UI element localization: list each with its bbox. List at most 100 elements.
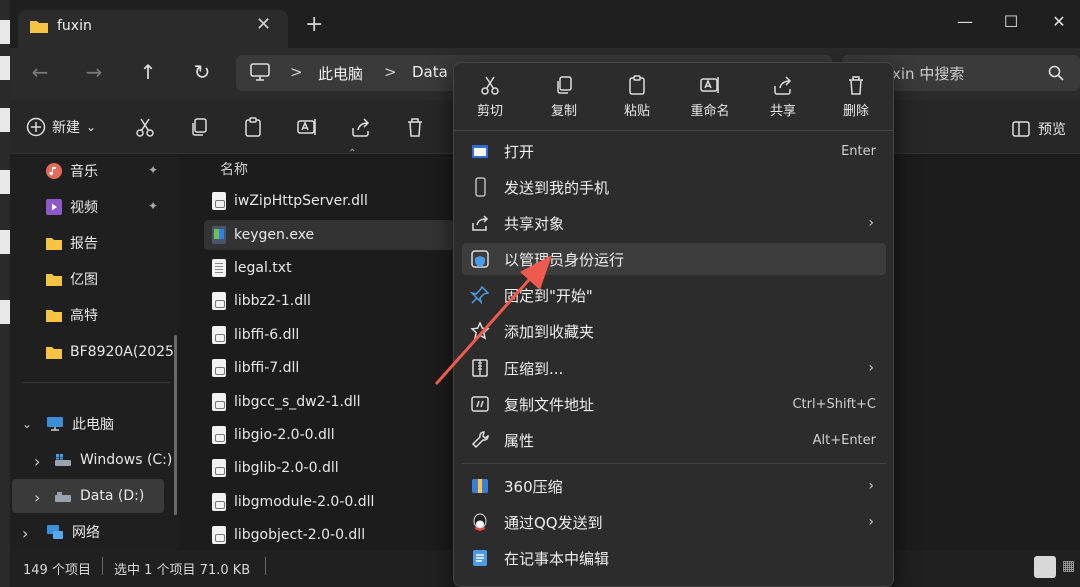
pin-icon: ✦ — [148, 199, 159, 213]
file-row[interactable]: libbz2-1.dll — [204, 286, 454, 316]
back-icon[interactable]: ← — [26, 60, 54, 84]
delete-icon[interactable] — [404, 116, 426, 138]
menu-share-button[interactable]: 共享 — [751, 72, 815, 120]
paste-icon[interactable] — [242, 116, 264, 138]
breadcrumb-this-pc[interactable]: 此电脑 — [318, 63, 363, 84]
forward-icon[interactable]: → — [80, 60, 108, 84]
file-row[interactable]: libffi-7.dll — [204, 353, 454, 383]
file-name: libglib-2.0-0.dll — [234, 460, 339, 476]
menu-item-pin-to-start[interactable]: 固定到"开始" — [462, 279, 886, 311]
details-view-icon[interactable] — [1034, 556, 1056, 578]
share-icon — [774, 76, 792, 95]
folder-icon — [46, 274, 62, 286]
tiles-view-icon[interactable]: ▦ — [1062, 558, 1075, 574]
sidebar-item-label: 高特 — [70, 308, 98, 324]
sidebar-item-videos[interactable]: 视频 — [46, 192, 98, 222]
menu-divider — [462, 463, 886, 464]
menu-item-properties[interactable]: 属性 Alt+Enter — [462, 424, 886, 456]
menu-item-open[interactable]: 打开 Enter — [462, 135, 886, 167]
sidebar-item-reports[interactable]: 报告 — [46, 228, 98, 258]
menu-paste-button[interactable]: 粘贴 — [605, 72, 669, 120]
dll-file-icon — [212, 192, 226, 210]
share-icon[interactable] — [350, 116, 372, 138]
sidebar-item-this-pc[interactable]: 此电脑 — [46, 409, 114, 439]
search-icon[interactable] — [1048, 65, 1064, 81]
exe-file-icon — [212, 226, 226, 244]
menu-item-copy-path[interactable]: 复制文件地址 Ctrl+Shift+C — [462, 388, 886, 420]
tab-close-icon[interactable]: ✕ — [256, 14, 271, 35]
search-placeholder: xin 中搜索 — [892, 65, 965, 83]
pin-icon: ✦ — [148, 163, 159, 177]
menu-item-label: 固定到"开始" — [504, 286, 593, 305]
copy-icon — [557, 76, 572, 94]
minimize-button[interactable]: — — [942, 8, 988, 36]
expand-chevron-icon[interactable]: › — [34, 452, 40, 471]
rename-icon[interactable] — [296, 116, 318, 138]
file-row[interactable]: iwZipHttpServer.dll — [204, 186, 454, 216]
menu-item-label: 打开 — [504, 142, 535, 161]
file-row[interactable]: libgobject-2.0-0.dll — [204, 520, 454, 550]
menu-item-run-as-admin[interactable]: 以管理员身份运行 — [462, 243, 886, 275]
file-row[interactable]: libgmodule-2.0-0.dll — [204, 487, 454, 517]
sidebar-item-bf8920a[interactable]: BF8920A(2025 — [46, 337, 174, 367]
file-row[interactable]: libgio-2.0-0.dll — [204, 420, 454, 450]
file-row[interactable]: keygen.exe — [204, 220, 454, 250]
preview-button[interactable]: 预览 — [1012, 119, 1066, 139]
refresh-icon[interactable]: ↻ — [188, 60, 216, 84]
file-row[interactable]: libglib-2.0-0.dll — [204, 453, 454, 483]
file-row[interactable]: legal.txt — [204, 253, 454, 283]
expand-chevron-icon[interactable]: › — [34, 488, 40, 507]
copy-icon[interactable] — [188, 116, 210, 138]
menu-item-label: 复制文件地址 — [504, 395, 595, 414]
collapse-chevron-icon[interactable]: ⌄ — [22, 417, 32, 431]
menu-item-label: 属性 — [504, 431, 535, 450]
sidebar-item-music[interactable]: 音乐 — [46, 156, 98, 186]
menu-copy-button[interactable]: 复制 — [532, 72, 596, 120]
sidebar-item-drive-d[interactable]: Data (D:) — [54, 481, 144, 511]
status-divider — [265, 557, 266, 575]
new-button[interactable]: 新建 ⌄ — [26, 117, 96, 137]
menu-item-label: 以管理员身份运行 — [504, 250, 625, 269]
menu-delete-label: 删除 — [842, 104, 869, 119]
menu-item-360-compress[interactable]: 360压缩 › — [462, 470, 886, 502]
menu-item-add-to-favorites[interactable]: 添加到收藏夹 — [462, 315, 886, 347]
menu-item-send-to-phone[interactable]: 发送到我的手机 — [462, 171, 886, 203]
menu-cut-button[interactable]: 剪切 — [458, 72, 522, 120]
menu-delete-button[interactable]: 删除 — [824, 72, 888, 120]
cut-icon[interactable] — [134, 116, 156, 138]
sidebar-item-gaote[interactable]: 高特 — [46, 300, 98, 330]
sidebar-item-label: 此电脑 — [72, 417, 114, 433]
add-icon — [26, 117, 46, 137]
maximize-button[interactable]: ☐ — [988, 8, 1034, 36]
drive-icon — [55, 492, 71, 502]
breadcrumb-data[interactable]: Data ( — [412, 63, 458, 81]
sidebar-scrollbar[interactable] — [174, 335, 177, 515]
chevron-down-icon: ⌄ — [86, 120, 97, 134]
menu-item-label: 压缩到... — [504, 359, 564, 378]
menu-item-share-with[interactable]: 共享对象 › — [462, 207, 886, 239]
phone-icon — [475, 177, 486, 197]
menu-rename-button[interactable]: 重命名 — [678, 72, 742, 120]
rename-icon — [700, 77, 719, 93]
close-button[interactable]: ✕ — [1036, 8, 1080, 36]
up-icon[interactable]: ↑ — [134, 60, 162, 84]
txt-file-icon — [212, 259, 226, 277]
menu-item-edit-in-notepad[interactable]: 在记事本中编辑 — [462, 542, 886, 574]
sidebar-item-label: 亿图 — [70, 272, 98, 288]
new-tab-button[interactable]: + — [305, 14, 323, 36]
menu-item-send-via-qq[interactable]: 通过QQ发送到 › — [462, 506, 886, 538]
column-header-name[interactable]: 名称 — [220, 159, 248, 179]
menu-item-compress-to[interactable]: 压缩到... › — [462, 352, 886, 384]
expand-chevron-icon[interactable]: › — [22, 524, 28, 543]
menu-shortcut: Ctrl+Shift+C — [792, 396, 876, 412]
menu-item-label: 添加到收藏夹 — [504, 322, 595, 341]
sidebar-item-network[interactable]: 网络 — [46, 517, 100, 547]
selection-info: 选中 1 个项目 71.0 KB — [114, 563, 251, 578]
file-row[interactable]: libffi-6.dll — [204, 320, 454, 350]
file-row[interactable]: libgcc_s_dw2-1.dll — [204, 387, 454, 417]
wrench-icon — [471, 431, 489, 449]
sidebar-item-edraw[interactable]: 亿图 — [46, 264, 98, 294]
sidebar-item-drive-c[interactable]: Windows (C:) — [54, 445, 172, 475]
menu-item-label: 在记事本中编辑 — [504, 549, 610, 568]
file-name: libbz2-1.dll — [234, 293, 311, 309]
